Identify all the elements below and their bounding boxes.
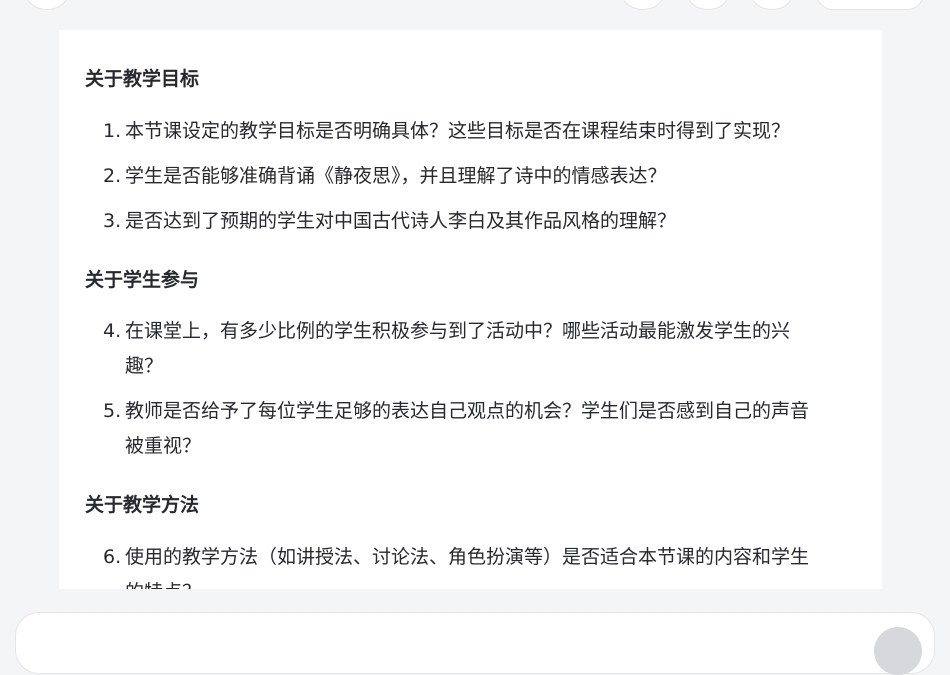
toolbar-icon-button-2[interactable] bbox=[687, 0, 729, 10]
send-button[interactable] bbox=[874, 627, 922, 675]
list-text-line-2: 的特点？ bbox=[125, 575, 851, 589]
section-heading-student-participation: 关于学生参与 bbox=[85, 269, 200, 291]
list-item: 6. 使用的教学方法（如讲授法、讨论法、角色扮演等）是否适合本节课的内容和学生 … bbox=[103, 540, 851, 589]
toolbar-icon-button-3[interactable] bbox=[751, 0, 793, 10]
list-text: 是否达到了预期的学生对中国古代诗人李白及其作品风格的理解？ bbox=[125, 210, 677, 232]
top-bar bbox=[0, 0, 950, 30]
section-heading-teaching-goals: 关于教学目标 bbox=[85, 68, 200, 90]
list-number: 1. bbox=[103, 120, 122, 142]
message-content: 关于教学目标 1. 本节课设定的教学目标是否明确具体？这些目标是否在课程结束时得… bbox=[59, 30, 882, 589]
list-number: 4. bbox=[103, 320, 122, 342]
back-button[interactable] bbox=[26, 0, 68, 10]
list-text-line-1: 在课堂上，有多少比例的学生积极参与到了活动中？哪些活动最能激发学生的兴 bbox=[125, 320, 791, 342]
list-number: 3. bbox=[103, 210, 122, 232]
list-text-line-1: 使用的教学方法（如讲授法、讨论法、角色扮演等）是否适合本节课的内容和学生 bbox=[125, 546, 810, 568]
list-number: 5. bbox=[103, 400, 122, 422]
list-text: 本节课设定的教学目标是否明确具体？这些目标是否在课程结束时得到了实现？ bbox=[125, 120, 791, 142]
toolbar-pill-button[interactable] bbox=[816, 0, 924, 10]
list-item: 3. 是否达到了预期的学生对中国古代诗人李白及其作品风格的理解？ bbox=[103, 204, 851, 239]
toolbar-icon-button-1[interactable] bbox=[622, 0, 664, 10]
chat-composer bbox=[15, 612, 935, 675]
list-number: 6. bbox=[103, 546, 122, 568]
list-item: 5. 教师是否给予了每位学生足够的表达自己观点的机会？学生们是否感到自己的声音 … bbox=[103, 394, 851, 464]
list-item: 4. 在课堂上，有多少比例的学生积极参与到了活动中？哪些活动最能激发学生的兴 趣… bbox=[103, 314, 851, 384]
message-input[interactable] bbox=[36, 633, 340, 655]
list-text: 学生是否能够准确背诵《静夜思》，并且理解了诗中的情感表达？ bbox=[125, 165, 667, 187]
list-text-line-2: 被重视？ bbox=[125, 435, 202, 457]
list-item: 1. 本节课设定的教学目标是否明确具体？这些目标是否在课程结束时得到了实现？ bbox=[103, 114, 851, 149]
list-item: 2. 学生是否能够准确背诵《静夜思》，并且理解了诗中的情感表达？ bbox=[103, 159, 851, 194]
section-heading-teaching-methods: 关于教学方法 bbox=[85, 494, 200, 516]
clipped-previous-line bbox=[85, 30, 345, 32]
list-text-line-2: 趣？ bbox=[125, 355, 164, 377]
list-number: 2. bbox=[103, 165, 122, 187]
list-text-line-1: 教师是否给予了每位学生足够的表达自己观点的机会？学生们是否感到自己的声音 bbox=[125, 400, 810, 422]
